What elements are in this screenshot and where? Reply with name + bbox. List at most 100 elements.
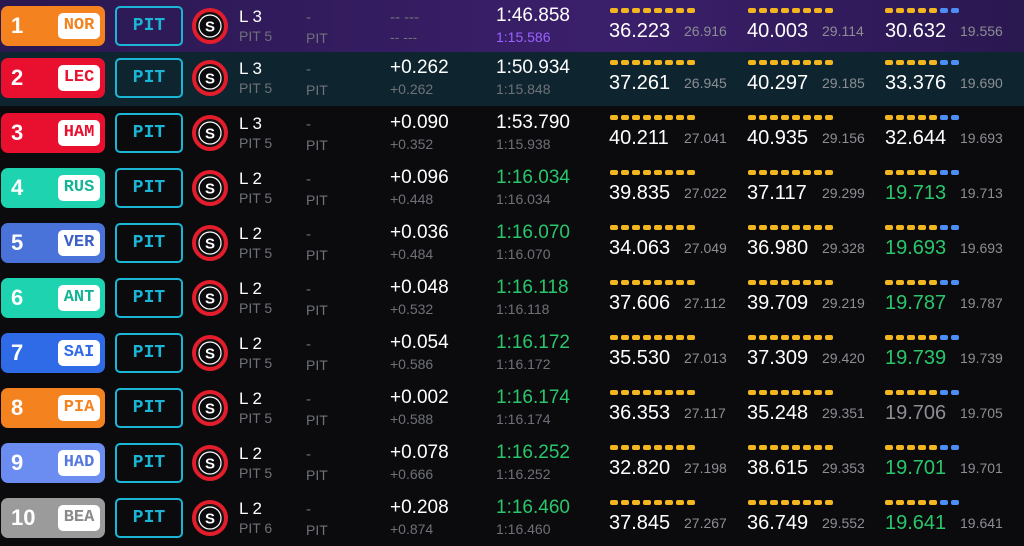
driver-row[interactable]: 10 BEA PIT S L 2 PIT 6 - PIT +0.208 +0.874 1:16.46… — [0, 492, 1024, 546]
mini-sector-yellow — [759, 60, 767, 65]
mini-sector-yellow — [643, 115, 651, 120]
mini-sector-yellow — [896, 335, 904, 340]
last-lap-time: 1:16.172 — [496, 332, 570, 353]
best-lap-time: 1:16.460 — [496, 521, 551, 537]
mini-sector-yellow — [781, 225, 789, 230]
mini-sector-yellow — [896, 115, 904, 120]
mini-sector-yellow — [803, 500, 811, 505]
mini-sector-bar — [885, 60, 962, 66]
mini-sector-yellow — [654, 280, 662, 285]
sector-1-time: 37.845 — [609, 512, 671, 534]
mini-sector-yellow — [610, 500, 618, 505]
lap-number: L 2 — [239, 389, 263, 408]
mini-sector-yellow — [676, 8, 684, 13]
mini-sector-yellow — [676, 500, 684, 505]
mini-sector-blue — [940, 225, 948, 230]
mini-sector-yellow — [676, 445, 684, 450]
mini-sector-yellow — [676, 60, 684, 65]
driver-row[interactable]: 4 RUS PIT S L 2 PIT 5 - PIT +0.096 +0.448 1:16.034… — [0, 162, 1024, 216]
sector-2-best: 29.219 — [822, 295, 865, 311]
mini-sector-yellow — [643, 445, 651, 450]
sector-1-best: 26.916 — [684, 23, 727, 39]
driver-row[interactable]: 5 VER PIT S L 2 PIT 5 - PIT +0.036 +0.484 1:16.070… — [0, 217, 1024, 271]
interval-to-leader: +0.532 — [390, 301, 434, 317]
pit-button[interactable]: PIT — [115, 113, 183, 153]
pit-button[interactable]: PIT — [115, 388, 183, 428]
pit-button[interactable]: PIT — [115, 498, 183, 538]
driver-code: SAI — [58, 340, 100, 366]
mini-sector-yellow — [918, 280, 926, 285]
mini-sector-yellow — [687, 8, 695, 13]
gap-to-ahead: +0.208 — [390, 497, 449, 518]
mini-sector-yellow — [929, 445, 937, 450]
mini-sector-yellow — [918, 225, 926, 230]
mini-sector-bar — [885, 115, 962, 121]
mini-sector-yellow — [621, 500, 629, 505]
mini-sector-yellow — [907, 225, 915, 230]
driver-row[interactable]: 3 HAM PIT S L 3 PIT 5 - PIT +0.090 +0.352 1:53.790… — [0, 107, 1024, 161]
interval-to-leader: +0.666 — [390, 466, 434, 482]
mini-sector-yellow — [885, 225, 893, 230]
mini-sector-yellow — [748, 500, 756, 505]
mini-sector-blue — [940, 60, 948, 65]
pit-button[interactable]: PIT — [115, 443, 183, 483]
mini-sector-yellow — [907, 280, 915, 285]
driver-row[interactable]: 7 SAI PIT S L 2 PIT 5 - PIT +0.054 +0.586 1:16.172… — [0, 327, 1024, 381]
best-lap-time: 1:16.174 — [496, 411, 551, 427]
lap-number: L 2 — [239, 224, 263, 243]
best-lap-time: 1:16.172 — [496, 356, 551, 372]
driver-row[interactable]: 2 LEC PIT S L 3 PIT 5 - PIT +0.262 +0.262 1:50.934… — [0, 52, 1024, 106]
mini-sector-yellow — [687, 60, 695, 65]
pit-button[interactable]: PIT — [115, 6, 183, 46]
mini-sector-yellow — [885, 390, 893, 395]
pit-status: - — [306, 9, 311, 26]
mini-sector-yellow — [907, 8, 915, 13]
mini-sector-yellow — [687, 280, 695, 285]
gap-to-ahead: +0.262 — [390, 57, 449, 78]
mini-sector-yellow — [748, 115, 756, 120]
mini-sector-yellow — [610, 60, 618, 65]
mini-sector-bar — [748, 170, 836, 176]
pit-count: PIT 5 — [239, 245, 273, 261]
mini-sector-bar — [885, 8, 962, 14]
sector-1-time: 36.353 — [609, 402, 671, 424]
tyre-compound-letter: S — [205, 291, 215, 308]
mini-sector-yellow — [621, 170, 629, 175]
mini-sector-yellow — [687, 170, 695, 175]
mini-sector-yellow — [654, 225, 662, 230]
pit-button[interactable]: PIT — [115, 168, 183, 208]
mini-sector-yellow — [918, 8, 926, 13]
mini-sector-bar — [748, 390, 836, 396]
mini-sector-yellow — [803, 115, 811, 120]
pit-label: PIT — [306, 30, 328, 46]
pit-button[interactable]: PIT — [115, 223, 183, 263]
pit-button[interactable]: PIT — [115, 58, 183, 98]
mini-sector-bar — [610, 225, 698, 231]
mini-sector-yellow — [918, 390, 926, 395]
sector-1-time: 32.820 — [609, 457, 671, 479]
sector-1-time: 37.606 — [609, 292, 671, 314]
driver-row[interactable]: 6 ANT PIT S L 2 PIT 5 - PIT +0.048 +0.532 1:16.118… — [0, 272, 1024, 326]
mini-sector-yellow — [621, 115, 629, 120]
sector-3-best: 19.787 — [960, 295, 1003, 311]
mini-sector-yellow — [676, 115, 684, 120]
sector-1-time: 40.211 — [609, 127, 669, 149]
last-lap-time: 1:53.790 — [496, 112, 570, 133]
sector-1-best: 27.022 — [684, 185, 727, 201]
driver-code: NOR — [58, 13, 100, 39]
mini-sector-bar — [748, 225, 836, 231]
driver-row[interactable]: 8 PIA PIT S L 2 PIT 5 - PIT +0.002 +0.588 1:16.174… — [0, 382, 1024, 436]
pit-button[interactable]: PIT — [115, 278, 183, 318]
mini-sector-bar — [610, 280, 698, 286]
driver-row[interactable]: 9 HAD PIT S L 2 PIT 5 - PIT +0.078 +0.666 1:16.252… — [0, 437, 1024, 491]
sector-3-time: 19.701 — [885, 457, 947, 479]
driver-row[interactable]: 1 NOR PIT S L 3 PIT 5 - PIT -- --- -- --- 1:46.858… — [0, 0, 1024, 54]
driver-code: HAM — [58, 120, 100, 146]
sector-3-best: 19.641 — [960, 515, 1003, 531]
mini-sector-yellow — [610, 225, 618, 230]
tyre-compound-letter: S — [205, 181, 215, 198]
pit-button[interactable]: PIT — [115, 333, 183, 373]
mini-sector-bar — [748, 500, 836, 506]
pit-status: - — [306, 336, 311, 353]
mini-sector-yellow — [665, 445, 673, 450]
